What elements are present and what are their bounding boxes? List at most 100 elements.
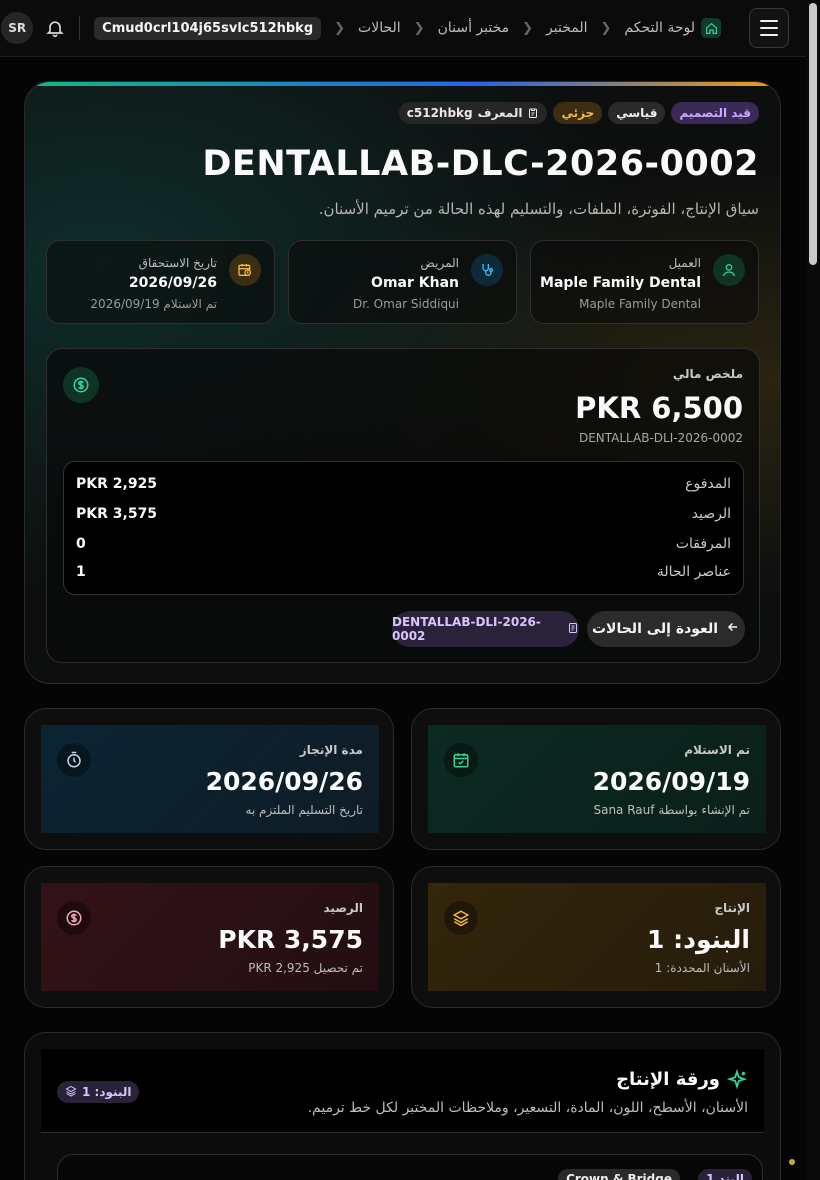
client-sub: Maple Family Dental — [579, 297, 701, 311]
stat-value: 2026/09/26 — [205, 767, 363, 796]
items-count-label: البنود: 1 — [82, 1085, 132, 1099]
case-items-label: عناصر الحالة — [656, 564, 731, 580]
type-badge: قياسي — [608, 102, 666, 124]
stat-label: الإنتاج — [714, 901, 750, 915]
breadcrumb-label: لوحة التحكم — [624, 20, 695, 36]
balance-stat-card: الرصيد PKR 3,575 تم تحصيل PKR 2,925 — [24, 866, 394, 1008]
breadcrumb-dental-lab[interactable]: مختبر أسنان — [438, 20, 510, 36]
id-badge-label: المعرف — [477, 106, 523, 120]
chevron-left-icon: ❮ — [334, 20, 346, 36]
breadcrumb-lab[interactable]: المختبر — [546, 20, 587, 36]
stat-label: مدة الإنجاز — [299, 743, 363, 757]
case-items-value: 1 — [76, 564, 86, 580]
client-label: العميل — [668, 256, 701, 270]
calendar-clock-icon — [229, 254, 261, 286]
home-icon — [701, 18, 721, 38]
top-bar: لوحة التحكم ❮ المختبر ❮ مختبر أسنان ❮ ال… — [0, 0, 806, 57]
chevron-left-icon: ❮ — [600, 20, 612, 36]
stat-value: البنود: 1 — [647, 925, 750, 954]
table-row: PKR 3,575 الرصيد — [76, 504, 731, 524]
received-stat-card: تم الاستلام 2026/09/19 تم الإنشاء بواسطة… — [411, 708, 781, 850]
open-invoice-button[interactable]: DENTALLAB-DLI-2026-0002 — [392, 611, 579, 647]
scrollbar[interactable] — [806, 0, 820, 1180]
breadcrumb-label: الحالات — [358, 20, 401, 36]
patient-label: المريض — [420, 256, 459, 270]
invoice-button-label: DENTALLAB-DLI-2026-0002 — [392, 615, 541, 643]
breadcrumb-dashboard[interactable]: لوحة التحكم — [624, 18, 721, 38]
production-sheet-title: ورقة الإنتاج — [616, 1069, 720, 1090]
clipboard-icon — [529, 108, 538, 118]
back-to-cases-button[interactable]: العودة إلى الحالات — [587, 611, 745, 647]
stat-value: PKR 3,575 — [218, 925, 363, 954]
scrollbar-thumb[interactable] — [809, 3, 817, 265]
financial-summary-label: ملخص مالي — [672, 367, 743, 381]
patient-card: المريض Omar Khan Dr. Omar Siddiqui — [288, 240, 517, 324]
breadcrumb: لوحة التحكم ❮ المختبر ❮ مختبر أسنان ❮ ال… — [94, 16, 721, 40]
attachments-value: 0 — [76, 536, 86, 552]
balance-label: الرصيد — [691, 506, 731, 522]
dollar-icon — [63, 367, 99, 403]
payment-badge: جزئي — [553, 102, 603, 124]
financial-table: PKR 2,925 المدفوع PKR 3,575 الرصيد 0 الم… — [63, 461, 744, 595]
stat-label: تم الاستلام — [684, 743, 750, 757]
items-count-badge: البنود: 1 — [57, 1081, 140, 1103]
timer-icon — [57, 743, 91, 777]
breadcrumb-label: المختبر — [546, 20, 588, 36]
due-date: 2026/09/26 — [128, 275, 217, 291]
user-icon — [713, 254, 745, 286]
due-label: تاريخ الاستحقاق — [138, 256, 217, 270]
client-name: Maple Family Dental — [540, 275, 701, 291]
document-icon — [567, 622, 579, 637]
menu-line — [760, 20, 778, 22]
stat-sub: الأسنان المحددة: 1 — [654, 961, 750, 975]
chevron-left-icon: ❮ — [522, 20, 534, 36]
stat-sub: تم تحصيل PKR 2,925 — [248, 961, 363, 975]
invoice-reference: DENTALLAB-DLI-2026-0002 — [578, 431, 743, 445]
production-stat-card: الإنتاج البنود: 1 الأسنان المحددة: 1 — [411, 866, 781, 1008]
sparkles-icon — [726, 1068, 748, 1091]
breadcrumb-cases[interactable]: الحالات — [358, 20, 401, 36]
due-date-card: تاريخ الاستحقاق 2026/09/26 تم الاستلام 2… — [46, 240, 275, 324]
table-row: 0 المرفقات — [76, 534, 731, 554]
patient-name: Omar Khan — [371, 275, 459, 291]
gradient-accent-line — [25, 82, 780, 86]
production-sheet-subtitle: الأسنان، الأسطح، اللون، المادة، التسعير،… — [307, 1100, 748, 1116]
menu-line — [760, 27, 778, 29]
total-amount: PKR 6,500 — [575, 391, 743, 425]
stat-sub: تم الإنشاء بواسطة Sana Rauf — [593, 803, 750, 817]
case-hero-card: قيد التصميم قياسي جزئي المعرف c512hbkg D… — [24, 81, 781, 684]
stat-label: الرصيد — [323, 901, 363, 915]
status-badge: قيد التصميم — [671, 102, 759, 124]
balance-value: PKR 3,575 — [76, 506, 158, 522]
page-subtitle: سياق الإنتاج، الفوترة، الملفات، والتسليم… — [318, 200, 759, 218]
arrow-left-icon — [726, 620, 740, 638]
patient-doctor: Dr. Omar Siddiqui — [352, 297, 459, 311]
hamburger-menu-button[interactable] — [749, 8, 789, 48]
paid-value: PKR 2,925 — [76, 476, 158, 492]
table-row: 1 عناصر الحالة — [76, 562, 731, 582]
case-badges: قيد التصميم قياسي جزئي المعرف c512hbkg — [398, 102, 759, 124]
turnaround-stat-card: مدة الإنجاز 2026/09/26 تاريخ التسليم الم… — [24, 708, 394, 850]
divider — [79, 16, 81, 40]
stat-value: 2026/09/19 — [592, 767, 750, 796]
production-item-card[interactable]: البند 1 Crown & Bridge — [57, 1154, 763, 1180]
received-date: تم الاستلام 2026/09/19 — [90, 297, 217, 311]
back-button-label: العودة إلى الحالات — [591, 621, 719, 637]
paid-label: المدفوع — [685, 476, 731, 492]
status-dot — [789, 1159, 795, 1165]
id-badge-value: c512hbkg — [406, 106, 473, 120]
financial-summary: ملخص مالي PKR 6,500 DENTALLAB-DLI-2026-0… — [46, 348, 760, 663]
client-card: العميل Maple Family Dental Maple Family … — [530, 240, 759, 324]
breadcrumb-label: مختبر أسنان — [437, 20, 510, 36]
id-badge: المعرف c512hbkg — [398, 102, 548, 124]
table-row: PKR 2,925 المدفوع — [76, 474, 731, 494]
layers-icon — [444, 901, 478, 935]
item-category-chip: Crown & Bridge — [558, 1169, 680, 1180]
stat-sub: تاريخ التسليم الملتزم به — [245, 803, 363, 817]
avatar[interactable]: SR — [1, 12, 34, 44]
bell-icon[interactable] — [45, 18, 65, 38]
dollar-icon — [57, 901, 91, 935]
stethoscope-icon — [471, 254, 503, 286]
page-title: DENTALLAB-DLC-2026-0002 — [202, 144, 759, 184]
item-number-chip: البند 1 — [698, 1169, 752, 1180]
